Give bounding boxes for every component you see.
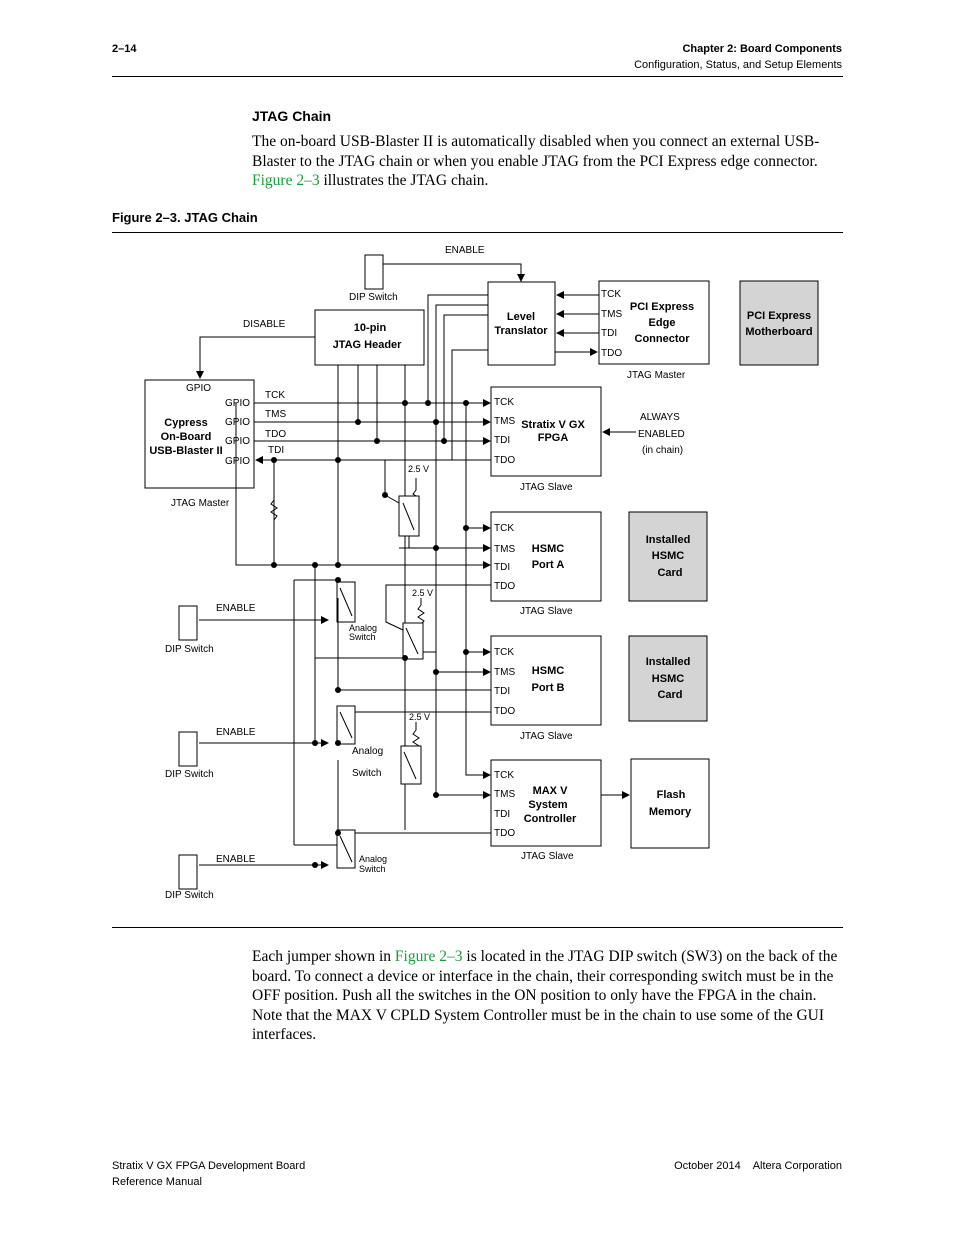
mv-l1: MAX V	[533, 785, 569, 797]
cy-l3: USB-Blaster II	[149, 445, 222, 457]
cy-l1: Cypress	[164, 417, 207, 429]
dip-2: DIP Switch	[165, 769, 214, 780]
pm-l1: PCI Express	[747, 310, 811, 322]
level-translator-box	[487, 281, 556, 366]
pe-l3: Connector	[635, 333, 691, 345]
label-gpio-1: GPIO	[225, 398, 250, 409]
pm-l2: Motherboard	[745, 326, 812, 338]
dip-3: DIP Switch	[165, 890, 214, 901]
as2b: Switch	[352, 768, 381, 779]
hsmca-tms: TMS	[494, 544, 515, 555]
ha-l1: HSMC	[532, 543, 564, 555]
footer-date: October 2014	[674, 1160, 741, 1172]
stratix-tdo: TDO	[494, 455, 515, 466]
icb-l1: Installed	[646, 656, 691, 668]
jtag-header-box	[314, 309, 425, 366]
v25-1: 2.5 V	[408, 464, 429, 474]
figure-link-2[interactable]: Figure 2–3	[395, 948, 463, 965]
st-l1: Stratix V GX	[521, 419, 585, 431]
hb-l2: Port B	[532, 682, 565, 694]
hsmcb-tdo: TDO	[494, 706, 515, 717]
label-gpio-2: GPIO	[225, 417, 250, 428]
label-pcie-tms: TMS	[601, 309, 622, 320]
label-in-chain: (in chain)	[642, 445, 683, 456]
as3a: Analog	[359, 854, 387, 864]
pe-l1: PCI Express	[630, 301, 694, 313]
enable-2: ENABLE	[216, 727, 256, 738]
footer-doc-title: Stratix V GX FPGA Development Board	[112, 1160, 306, 1172]
ica-l3: Card	[657, 567, 682, 579]
dip-1: DIP Switch	[165, 644, 214, 655]
pcie-motherboard-box	[739, 280, 819, 366]
label-pcie-tdo: TDO	[601, 348, 622, 359]
footer-doc-subtitle: Reference Manual	[112, 1176, 202, 1188]
flash-box	[630, 758, 710, 849]
label-cypress-tdo: TDO	[265, 429, 286, 440]
hsmcb-slave: JTAG Slave	[520, 731, 573, 742]
st-l2: FPGA	[538, 432, 569, 444]
icb-l3: Card	[657, 689, 682, 701]
label-always: ALWAYS	[640, 412, 680, 423]
label-gpio-3: GPIO	[225, 436, 250, 447]
cy-l2: On-Board	[161, 431, 212, 443]
maxv-tdi: TDI	[494, 809, 510, 820]
hsmcb-tms: TMS	[494, 667, 515, 678]
mv-l3: Controller	[524, 813, 577, 825]
ica-l2: HSMC	[652, 550, 684, 562]
body-text-1: Each jumper shown in	[252, 948, 395, 965]
label-enable-top: ENABLE	[445, 245, 485, 256]
v25-3: 2.5 V	[409, 712, 430, 722]
dip-switch-top	[364, 254, 384, 290]
ha-l2: Port A	[532, 559, 565, 571]
mv-l2: System	[528, 799, 567, 811]
label-pcie-tck: TCK	[601, 289, 621, 300]
fl-l1: Flash	[657, 789, 686, 801]
as3b: Switch	[359, 864, 386, 874]
stratix-tms: TMS	[494, 416, 515, 427]
fl-l2: Memory	[649, 806, 692, 818]
hsmca-tdi: TDI	[494, 562, 510, 573]
footer-company: Altera Corporation	[752, 1160, 842, 1172]
label-cypress-tck: TCK	[265, 390, 285, 401]
as1b: Switch	[349, 632, 376, 642]
label-gpio-4: GPIO	[225, 456, 250, 467]
stratix-tdi: TDI	[494, 435, 510, 446]
label-gpio-top: GPIO	[186, 383, 211, 394]
label-cypress-tdi: TDI	[268, 445, 284, 456]
enable-3: ENABLE	[216, 854, 256, 865]
stratix-slave: JTAG Slave	[520, 482, 573, 493]
maxv-tck: TCK	[494, 770, 514, 781]
lt-l2: Translator	[494, 325, 548, 337]
hdr-l1: 10-pin	[354, 322, 387, 334]
maxv-slave: JTAG Slave	[521, 851, 574, 862]
label-enabled: ENABLED	[638, 429, 685, 440]
icb-l2: HSMC	[652, 673, 684, 685]
hsmca-slave: JTAG Slave	[520, 606, 573, 617]
body-paragraph: Each jumper shown in Figure 2–3 is locat…	[252, 947, 844, 1045]
hsmcb-tck: TCK	[494, 647, 514, 658]
label-disable: DISABLE	[243, 319, 286, 330]
enable-1: ENABLE	[216, 603, 256, 614]
label-pcie-tdi: TDI	[601, 328, 617, 339]
stratix-tck: TCK	[494, 397, 514, 408]
label-dip-top: DIP Switch	[349, 292, 398, 303]
hdr-l2: JTAG Header	[333, 339, 403, 351]
maxv-tdo: TDO	[494, 828, 515, 839]
hsmca-tdo: TDO	[494, 581, 515, 592]
hb-l1: HSMC	[532, 665, 564, 677]
label-jtag-master-pcie: JTAG Master	[627, 370, 686, 381]
footer-right: October 2014 Altera Corporation	[662, 1160, 842, 1172]
label-jtag-master-cypress: JTAG Master	[171, 498, 230, 509]
lt-l1: Level	[507, 311, 535, 323]
v25-2: 2.5 V	[412, 588, 433, 598]
figure-rule-bottom	[112, 927, 843, 928]
pe-l2: Edge	[649, 317, 676, 329]
maxv-tms: TMS	[494, 789, 515, 800]
hsmcb-tdi: TDI	[494, 686, 510, 697]
as2a: Analog	[352, 746, 383, 757]
label-cypress-tms: TMS	[265, 409, 286, 420]
hsmca-tck: TCK	[494, 523, 514, 534]
ica-l1: Installed	[646, 534, 691, 546]
jtag-chain-diagram: ENABLE DIP Switch DISABLE JTAG Master GP…	[144, 245, 819, 901]
